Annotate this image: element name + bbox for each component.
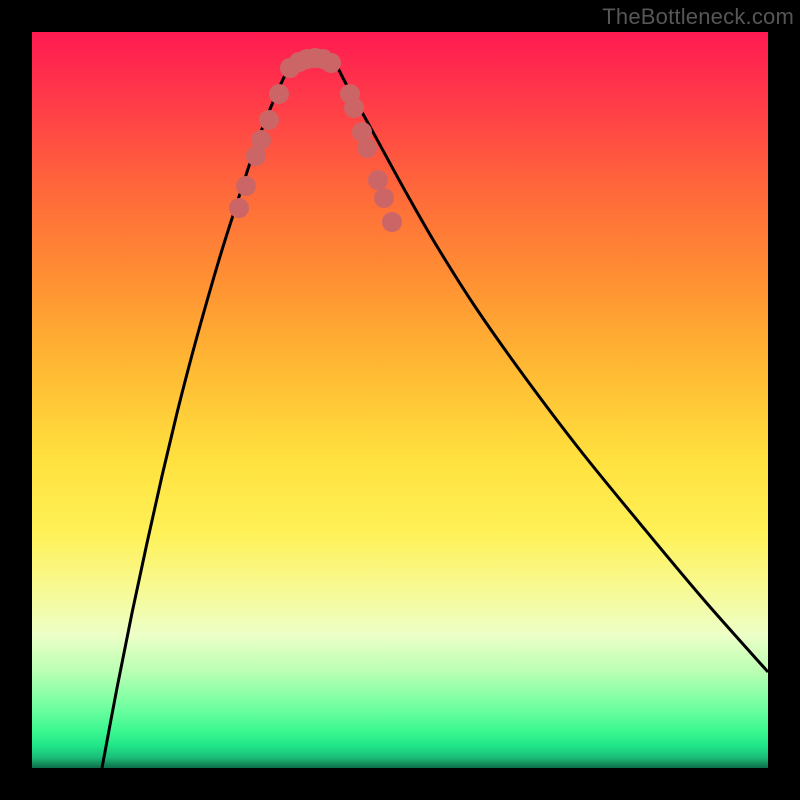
bottleneck-curve (102, 63, 768, 768)
chart-frame: TheBottleneck.com (0, 0, 800, 800)
data-marker (321, 53, 341, 73)
data-marker (259, 110, 279, 130)
chart-svg (32, 32, 768, 768)
data-marker (357, 138, 377, 158)
data-marker (368, 170, 388, 190)
data-marker (251, 130, 271, 150)
data-marker (236, 176, 256, 196)
data-marker (382, 212, 402, 232)
watermark-text: TheBottleneck.com (602, 4, 794, 30)
data-marker (269, 84, 289, 104)
data-marker (344, 98, 364, 118)
curve-group (102, 63, 768, 768)
data-marker (229, 198, 249, 218)
plot-area (32, 32, 768, 768)
data-marker (374, 188, 394, 208)
